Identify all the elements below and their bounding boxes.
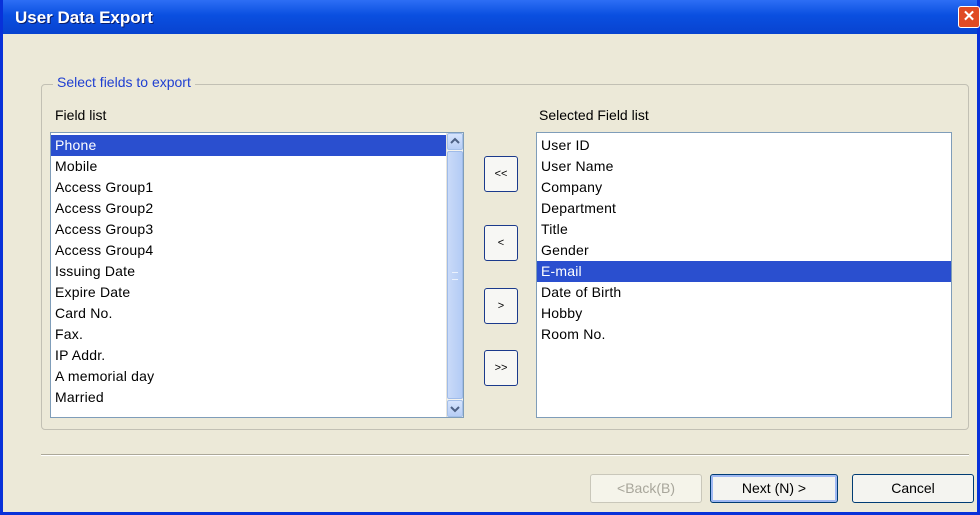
- list-item[interactable]: Access Group2: [51, 198, 463, 219]
- chevron-up-icon: [450, 137, 460, 144]
- list-item[interactable]: A memorial day: [51, 366, 463, 387]
- export-dialog: User Data Export ✕ Select fields to expo…: [0, 0, 980, 515]
- list-item[interactable]: Hobby: [537, 303, 951, 324]
- remove-button[interactable]: <: [484, 225, 518, 261]
- scroll-up-button[interactable]: [447, 133, 463, 150]
- list-item[interactable]: Fax.: [51, 324, 463, 345]
- list-item[interactable]: Access Group1: [51, 177, 463, 198]
- remove-all-button[interactable]: <<: [484, 156, 518, 192]
- list-item[interactable]: Access Group4: [51, 240, 463, 261]
- list-item[interactable]: User Name: [537, 156, 951, 177]
- scroll-down-button[interactable]: [447, 400, 463, 417]
- field-list-scrollbar[interactable]: [446, 133, 463, 417]
- list-item[interactable]: Access Group3: [51, 219, 463, 240]
- cancel-button[interactable]: Cancel: [852, 474, 974, 503]
- list-item[interactable]: Department: [537, 198, 951, 219]
- add-button[interactable]: >: [484, 288, 518, 324]
- list-item[interactable]: Gender: [537, 240, 951, 261]
- window-title: User Data Export: [15, 8, 153, 27]
- list-item[interactable]: Married: [51, 387, 463, 408]
- close-icon[interactable]: ✕: [958, 6, 980, 28]
- scroll-thumb[interactable]: [447, 151, 463, 399]
- list-item[interactable]: IP Addr.: [51, 345, 463, 366]
- list-item[interactable]: Date of Birth: [537, 282, 951, 303]
- list-item[interactable]: Mobile: [51, 156, 463, 177]
- field-listbox[interactable]: Phone Mobile Access Group1 Access Group2…: [50, 132, 464, 418]
- list-item[interactable]: Title: [537, 219, 951, 240]
- selected-field-list-label: Selected Field list: [539, 107, 649, 123]
- back-button[interactable]: <Back(B): [590, 474, 702, 503]
- list-item[interactable]: User ID: [537, 135, 951, 156]
- title-bar[interactable]: User Data Export ✕: [3, 0, 980, 34]
- list-item[interactable]: Issuing Date: [51, 261, 463, 282]
- list-item[interactable]: E-mail: [537, 261, 951, 282]
- list-item[interactable]: Expire Date: [51, 282, 463, 303]
- list-item[interactable]: Room No.: [537, 324, 951, 345]
- next-button[interactable]: Next (N) >: [710, 474, 838, 503]
- add-all-button[interactable]: >>: [484, 350, 518, 386]
- footer-separator: [41, 454, 969, 456]
- chevron-down-icon: [450, 406, 460, 413]
- list-item[interactable]: Company: [537, 177, 951, 198]
- selected-field-listbox[interactable]: User ID User Name Company Department Tit…: [536, 132, 952, 418]
- list-item[interactable]: Phone: [51, 135, 463, 156]
- field-list-label: Field list: [55, 107, 107, 123]
- list-item[interactable]: Card No.: [51, 303, 463, 324]
- groupbox-legend: Select fields to export: [53, 74, 195, 90]
